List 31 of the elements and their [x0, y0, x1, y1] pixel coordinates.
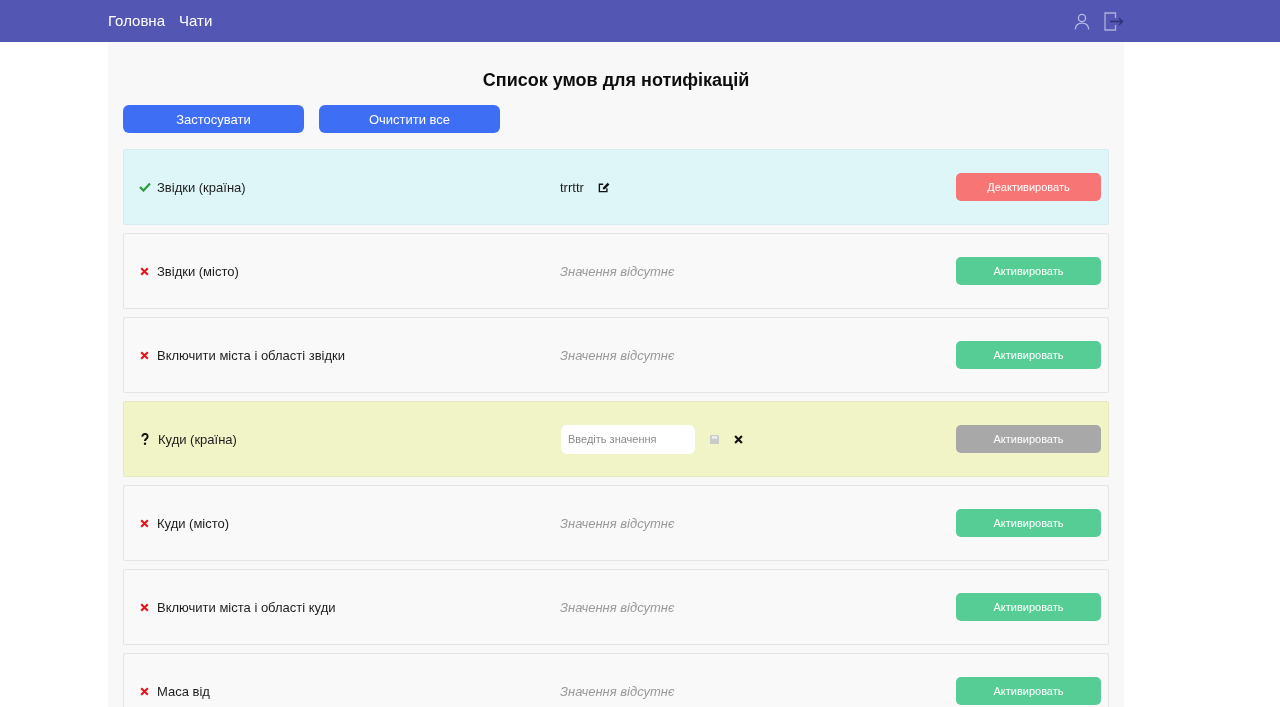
- user-icon[interactable]: [1074, 12, 1090, 30]
- value-input[interactable]: Введіть значення: [561, 424, 695, 454]
- cross-icon: [140, 602, 149, 612]
- condition-label: Куди (місто): [157, 515, 230, 531]
- condition-label: Куди (країна): [158, 431, 237, 447]
- cross-icon: [140, 266, 149, 276]
- cross-icon: [140, 686, 149, 696]
- condition-value: trrttr: [560, 179, 584, 195]
- check-icon: [139, 182, 151, 192]
- missing-value-text: Значення відсутнє: [560, 599, 675, 615]
- page-title: Список умов для нотифікацій: [481, 69, 751, 92]
- cross-icon: [140, 350, 149, 360]
- nav-link[interactable]: Чати: [179, 12, 213, 30]
- question-icon: [141, 433, 149, 445]
- logout-icon[interactable]: [1104, 11, 1124, 31]
- action-button[interactable]: Очистити все: [319, 105, 500, 133]
- condition-label: Включити міста і області куди: [157, 599, 336, 615]
- nav-link[interactable]: Головна: [108, 12, 165, 30]
- missing-value-text: Значення відсутнє: [560, 263, 675, 279]
- missing-value-text: Значення відсутнє: [560, 347, 675, 363]
- missing-value-text: Значення відсутнє: [560, 515, 675, 531]
- edit-icon[interactable]: [597, 181, 610, 193]
- missing-value-text: Значення відсутнє: [560, 683, 675, 699]
- condition-label: Звідки (країна): [157, 179, 246, 195]
- close-icon[interactable]: [734, 434, 743, 444]
- action-button[interactable]: Застосувати: [123, 105, 304, 133]
- deactivate-button[interactable]: Деактивировать: [956, 173, 1101, 201]
- condition-label: Звідки (місто): [157, 263, 239, 279]
- cross-icon: [140, 518, 149, 528]
- condition-label: Включити міста і області звідки: [157, 347, 346, 363]
- condition-label: Маса від: [157, 683, 210, 699]
